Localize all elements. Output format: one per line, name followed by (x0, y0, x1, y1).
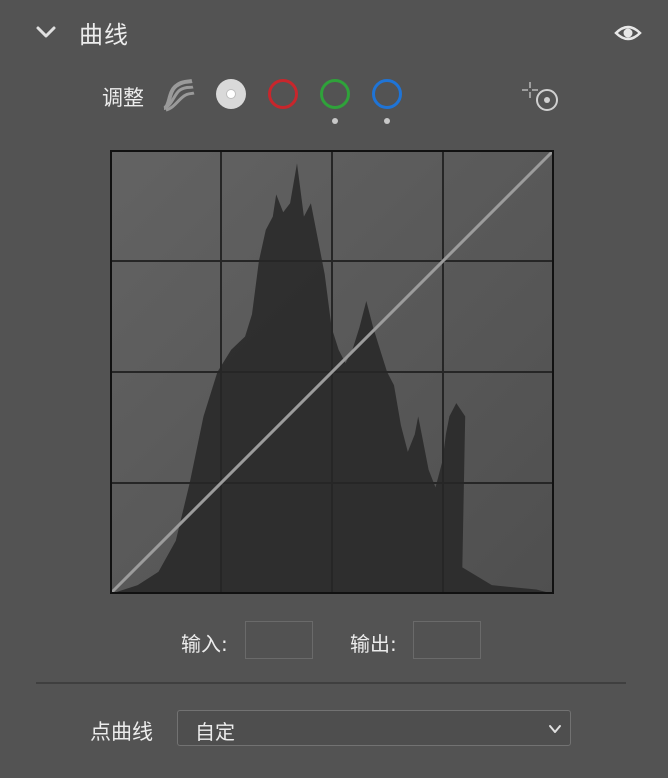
eye-icon[interactable] (614, 22, 642, 44)
channel-green-button[interactable] (320, 79, 350, 109)
parametric-curve-icon[interactable] (160, 78, 196, 112)
chevron-down-icon (549, 725, 561, 733)
channel-red-button[interactable] (268, 79, 298, 109)
output-label: 输出: (350, 632, 397, 656)
channel-blue-button[interactable] (372, 79, 402, 109)
chevron-down-icon[interactable] (34, 20, 58, 44)
input-field[interactable] (245, 621, 313, 659)
channel-rgb-button[interactable] (216, 79, 246, 109)
point-curve-value: 自定 (195, 720, 235, 744)
adjust-label: 调整 (102, 86, 144, 110)
targeted-adjustment-icon[interactable] (520, 80, 560, 114)
divider (36, 682, 626, 684)
channel-green-indicator (332, 118, 338, 124)
channel-blue-indicator (384, 118, 390, 124)
output-field[interactable] (413, 621, 481, 659)
curve-graph[interactable] (110, 150, 554, 594)
panel-title: 曲线 (79, 21, 129, 49)
point-curve-select[interactable]: 自定 (177, 710, 571, 746)
point-curve-label: 点曲线 (90, 720, 153, 744)
input-label: 输入: (181, 632, 228, 656)
